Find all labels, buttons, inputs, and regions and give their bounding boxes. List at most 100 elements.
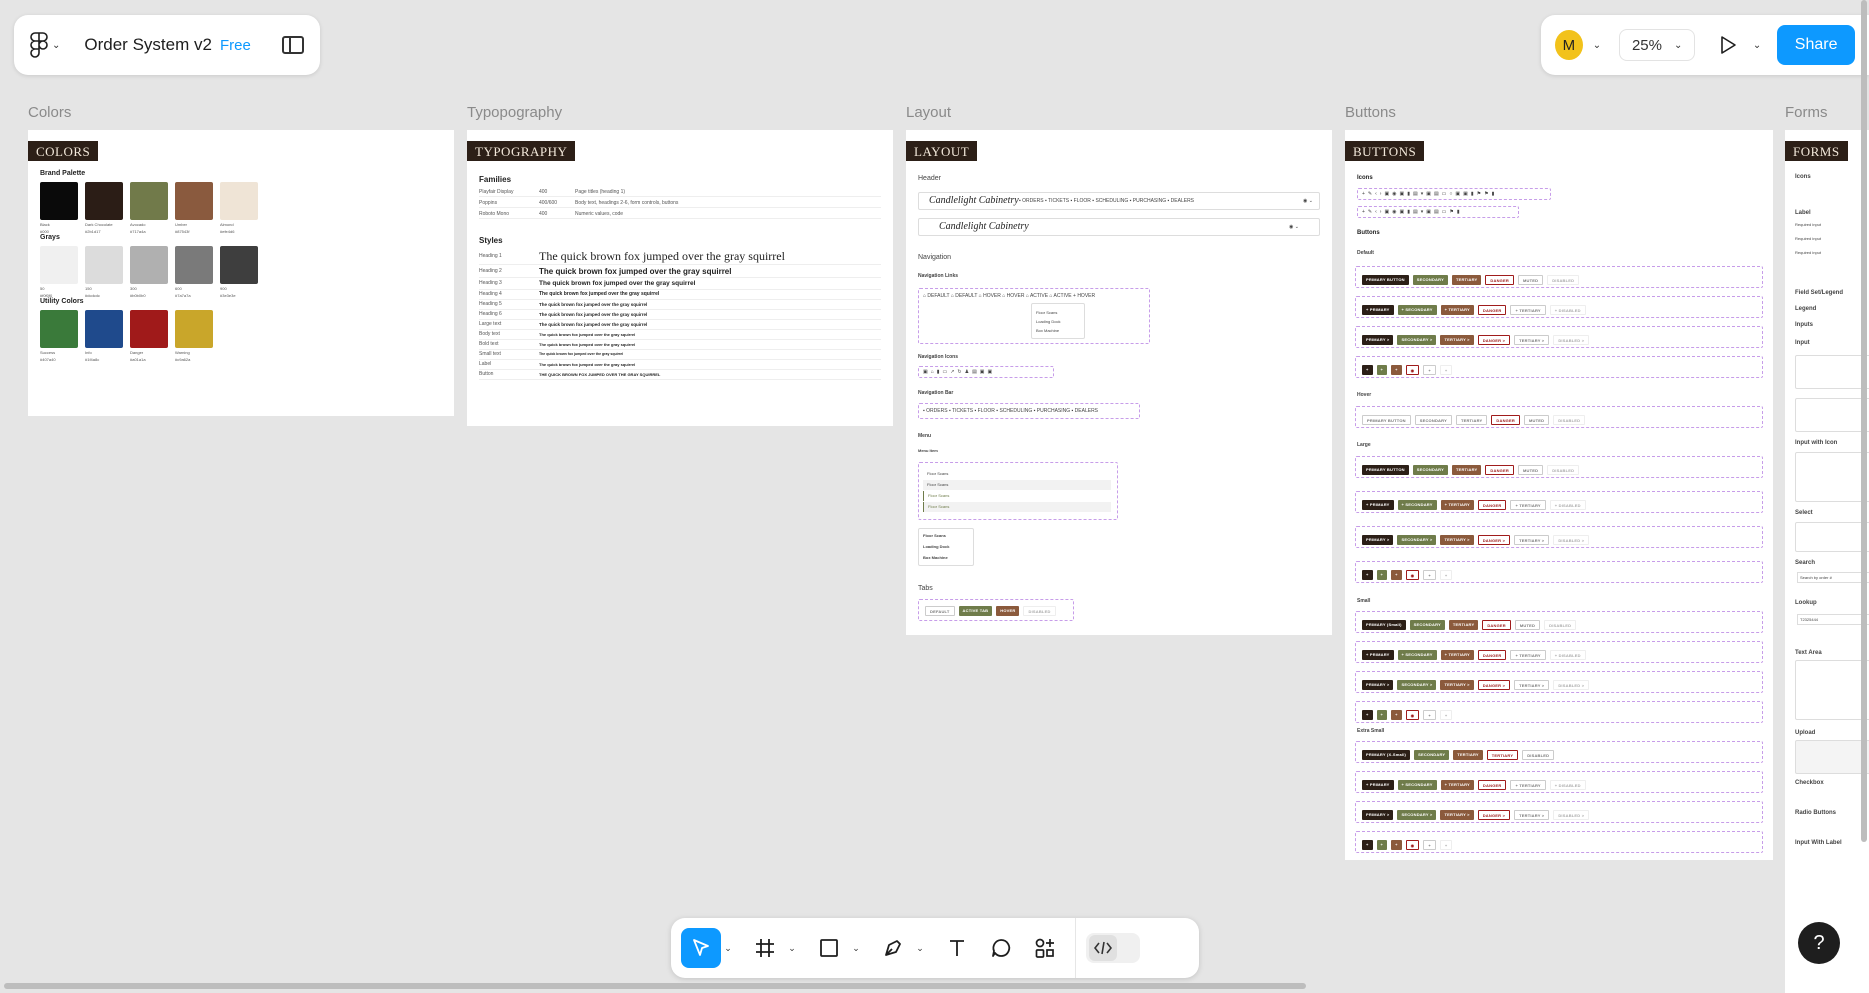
color-swatch[interactable]: Danger #a01a1a <box>130 310 168 362</box>
sample-button[interactable]: + <box>1439 364 1453 375</box>
dropdown-item[interactable]: Loading Dock <box>1036 319 1060 324</box>
input-field[interactable] <box>1795 398 1869 432</box>
frame-layout[interactable]: LAYOUT Header Candlelight Cabinetry ▪ OR… <box>906 130 1332 635</box>
sample-button[interactable]: TERTIARY > <box>1440 334 1474 345</box>
sample-button[interactable]: SECONDARY > <box>1397 809 1437 820</box>
sample-button[interactable]: + <box>1391 839 1402 850</box>
upload-area[interactable] <box>1795 740 1869 774</box>
sample-button[interactable]: MUTED <box>1514 619 1541 630</box>
tab[interactable]: DISABLED <box>1023 606 1056 616</box>
sample-button[interactable]: TERTIARY > <box>1440 809 1474 820</box>
sample-button[interactable]: + <box>1423 364 1436 375</box>
file-name[interactable]: Order System v2 <box>84 35 212 55</box>
sample-button[interactable]: + <box>1439 839 1453 850</box>
sample-button[interactable]: DANGER <box>1491 414 1520 425</box>
sample-button[interactable]: TERTIARY <box>1455 414 1488 425</box>
frame-label-layout[interactable]: Layout <box>906 104 951 121</box>
sample-button[interactable]: SECONDARY <box>1414 414 1452 425</box>
menu-item[interactable]: Floor Scans <box>923 480 1111 490</box>
color-swatch[interactable]: 900 #3e3e3e <box>220 246 258 298</box>
sample-button[interactable]: + <box>1391 709 1402 720</box>
sample-button[interactable]: + <box>1376 364 1388 375</box>
color-swatch[interactable]: Black #000 <box>40 182 78 234</box>
sample-button[interactable]: PRIMARY BUTTON <box>1362 414 1411 425</box>
sample-button[interactable]: ◉ <box>1405 569 1420 580</box>
chevron-down-icon[interactable]: ⌄ <box>913 943 927 954</box>
sample-button[interactable]: TERTIARY > <box>1514 334 1550 345</box>
sample-button[interactable]: DANGER > <box>1477 679 1511 690</box>
sample-button[interactable]: TERTIARY > <box>1440 534 1474 545</box>
sample-button[interactable]: + <box>1362 709 1373 720</box>
sample-button[interactable]: TERTIARY > <box>1514 679 1550 690</box>
color-swatch[interactable]: Success #407a40 <box>40 310 78 362</box>
sample-button[interactable]: DANGER <box>1482 619 1511 630</box>
sample-button[interactable]: DISABLED <box>1544 619 1577 630</box>
sample-button[interactable]: DISABLED <box>1522 749 1555 760</box>
sample-button[interactable]: DANGER > <box>1477 534 1511 545</box>
chevron-down-icon[interactable]: ⌄ <box>721 943 735 954</box>
horizontal-scrollbar[interactable] <box>4 983 1306 989</box>
color-swatch[interactable]: Info #1f4a8c <box>85 310 123 362</box>
text-tool-button[interactable] <box>937 928 977 968</box>
sample-button[interactable]: TERTIARY > <box>1440 679 1474 690</box>
color-swatch[interactable]: Avocado #717a4a <box>130 182 168 234</box>
sample-button[interactable]: + <box>1423 569 1436 580</box>
sample-button[interactable]: DISABLED > <box>1553 334 1590 345</box>
sample-button[interactable]: ◉ <box>1405 364 1420 375</box>
sample-button[interactable]: SECONDARY > <box>1397 679 1437 690</box>
sample-button[interactable]: + <box>1376 839 1388 850</box>
color-swatch[interactable]: Almond #efe4d6 <box>220 182 258 234</box>
sample-button[interactable]: MUTED <box>1517 274 1544 285</box>
color-swatch[interactable]: 600 #7a7a7a <box>175 246 213 298</box>
sample-button[interactable]: DANGER <box>1477 779 1507 790</box>
sample-button[interactable]: DISABLED > <box>1553 809 1590 820</box>
shape-tool-button[interactable] <box>809 928 849 968</box>
sample-button[interactable]: + <box>1362 839 1373 850</box>
sample-button[interactable]: PRIMARY (Small) <box>1362 619 1406 630</box>
sample-button[interactable]: PRIMARY (X-Small) <box>1362 749 1411 760</box>
sample-button[interactable]: + SECONDARY <box>1397 499 1437 510</box>
frame-tool-button[interactable] <box>745 928 785 968</box>
sample-button[interactable]: + <box>1423 709 1436 720</box>
present-button[interactable] <box>1713 29 1743 61</box>
sample-button[interactable]: + PRIMARY <box>1362 649 1394 660</box>
main-menu-button[interactable]: ⌄ <box>30 32 60 58</box>
sample-button[interactable]: SECONDARY <box>1412 274 1448 285</box>
sample-button[interactable]: + SECONDARY <box>1397 779 1437 790</box>
frame-buttons[interactable]: BUTTONS Icons +✎‹›▣◉▣▮▤▾▣▤▭○▣▣▮⚑⚑▮ +✎‹›▣… <box>1345 130 1773 860</box>
sample-button[interactable]: + <box>1391 569 1402 580</box>
sample-button[interactable]: + <box>1376 709 1388 720</box>
tab[interactable]: ACTIVE TAB <box>958 606 993 616</box>
sample-button[interactable]: + <box>1439 709 1453 720</box>
sample-button[interactable]: PRIMARY > <box>1362 534 1394 545</box>
sample-button[interactable]: + <box>1439 569 1453 580</box>
comment-tool-button[interactable] <box>981 928 1021 968</box>
sample-button[interactable]: DANGER <box>1485 274 1514 285</box>
menu-item[interactable]: Floor Scans <box>923 491 1111 501</box>
sample-button[interactable]: SECONDARY > <box>1397 334 1437 345</box>
sample-button[interactable]: TERTIARY <box>1451 274 1482 285</box>
sample-button[interactable]: DANGER > <box>1477 334 1511 345</box>
sample-button[interactable]: + TERTIARY <box>1510 779 1546 790</box>
sample-button[interactable]: TERTIARY <box>1451 464 1482 475</box>
chevron-down-icon[interactable]: ⌄ <box>849 943 863 954</box>
input-field[interactable] <box>1795 355 1869 389</box>
sample-button[interactable]: TERTIARY <box>1453 749 1483 760</box>
color-swatch[interactable]: 50 #f0f0f0 <box>40 246 78 298</box>
sample-button[interactable]: TERTIARY > <box>1514 534 1550 545</box>
menu-item[interactable]: Floor Scans <box>923 533 946 538</box>
menu-item[interactable]: Floor Scans <box>923 469 1111 479</box>
sample-button[interactable]: SECONDARY <box>1414 749 1450 760</box>
color-swatch[interactable]: 150 #dcdcdc <box>85 246 123 298</box>
sample-button[interactable]: DANGER <box>1477 499 1507 510</box>
sample-button[interactable]: DISABLED <box>1553 414 1586 425</box>
sample-button[interactable]: + PRIMARY <box>1362 499 1394 510</box>
select-field[interactable] <box>1795 522 1869 552</box>
sample-button[interactable]: + PRIMARY <box>1362 304 1394 315</box>
frame-label-forms[interactable]: Forms <box>1785 104 1828 121</box>
sample-button[interactable]: SECONDARY > <box>1397 534 1437 545</box>
sample-button[interactable]: + <box>1362 569 1373 580</box>
zoom-dropdown[interactable]: 25% ⌄ <box>1619 29 1696 61</box>
sample-button[interactable]: SECONDARY <box>1412 464 1448 475</box>
pen-tool-button[interactable] <box>873 928 913 968</box>
